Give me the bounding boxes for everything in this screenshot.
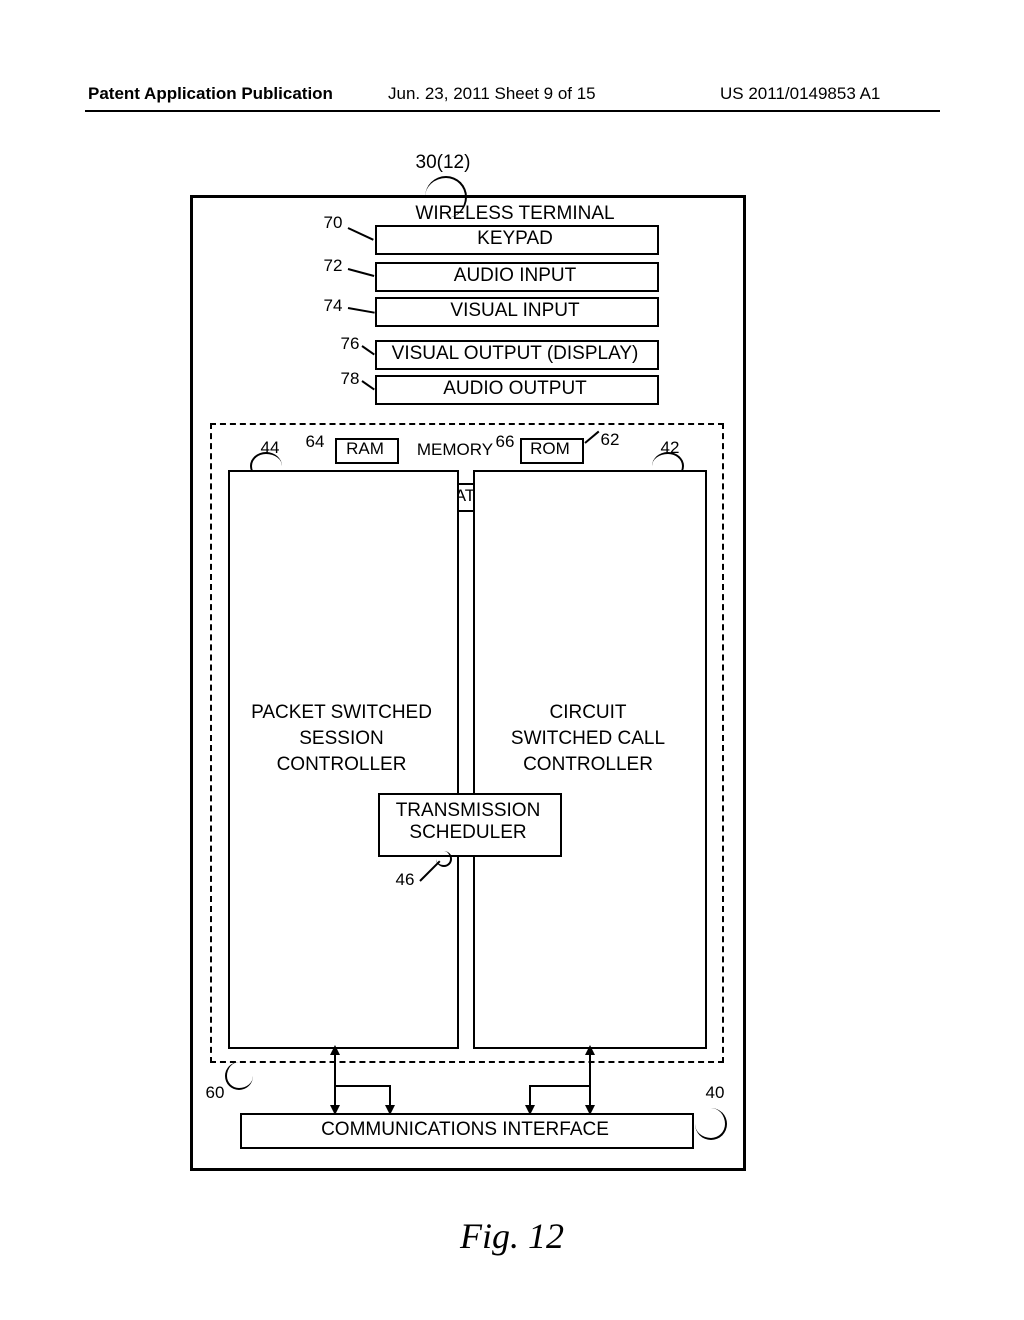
visual-input-label: VISUAL INPUT (375, 300, 655, 322)
header-doc-number: US 2011/0149853 A1 (720, 84, 880, 104)
ref-ram: 64 (300, 432, 330, 452)
visual-output-label: VISUAL OUTPUT (DISPLAY) (375, 343, 655, 365)
scheduler-label: TRANSMISSION SCHEDULER (378, 800, 558, 844)
audio-input-label: AUDIO INPUT (375, 265, 655, 287)
lead-comm-interface (695, 1108, 727, 1140)
lead-scheduler-2 (436, 851, 452, 867)
wireless-terminal-title: WIRELESS TERMINAL (375, 203, 655, 225)
header-publication: Patent Application Publication (88, 84, 333, 104)
ref-visual-output: 76 (335, 334, 365, 354)
arrow-circuit-down (520, 1085, 540, 1115)
circuit-controller-label: CIRCUIT SWITCHED CALL CONTROLLER (473, 700, 703, 778)
ref-processing: 60 (200, 1083, 230, 1103)
arrow-packet-comm (325, 1045, 345, 1115)
ref-audio-input: 72 (318, 256, 348, 276)
arrow-circuit-comm (580, 1045, 600, 1115)
ram-label: RAM (335, 439, 395, 459)
ref-keypad: 70 (318, 213, 348, 233)
figure-caption: Fig. 12 (0, 1215, 1024, 1257)
header-date-sheet: Jun. 23, 2011 Sheet 9 of 15 (388, 84, 596, 104)
keypad-label: KEYPAD (375, 228, 655, 250)
rom-label: ROM (520, 439, 580, 459)
ref-memory: 62 (595, 430, 625, 450)
ref-comm-interface: 40 (700, 1083, 730, 1103)
packet-controller-label: PACKET SWITCHED SESSION CONTROLLER (228, 700, 455, 778)
arrow-packet-down (380, 1085, 400, 1115)
header-divider (85, 110, 940, 112)
ref-visual-input: 74 (318, 296, 348, 316)
ref-audio-output: 78 (335, 369, 365, 389)
ref-rom: 66 (490, 432, 520, 452)
lead-processing (225, 1062, 253, 1090)
comm-interface-label: COMMUNICATIONS INTERFACE (240, 1119, 690, 1141)
audio-output-label: AUDIO OUTPUT (375, 378, 655, 400)
ref-device: 30(12) (393, 152, 493, 174)
